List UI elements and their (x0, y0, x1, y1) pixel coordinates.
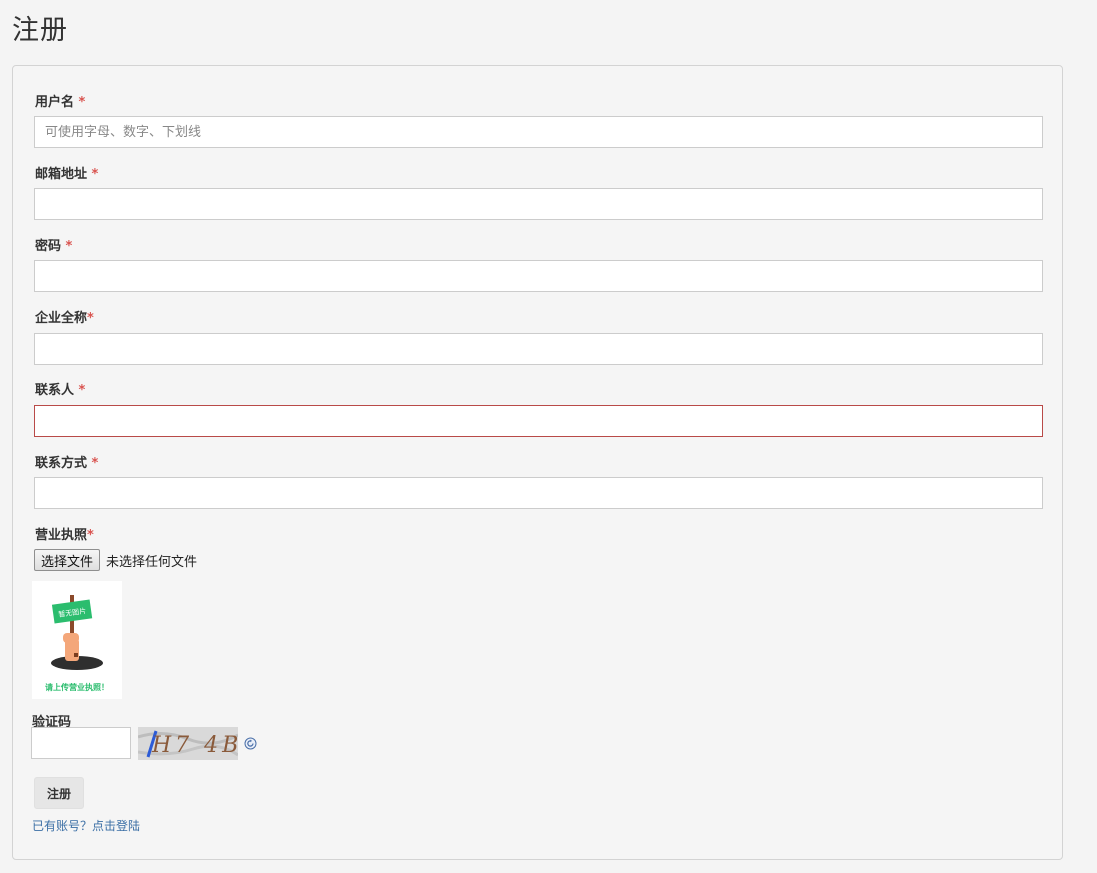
email-label: 邮箱地址 * (35, 167, 99, 182)
registration-form-panel: 用户名 * 邮箱地址 * 密码 * 企业全称* 联系人 * 联系方式 * 营业执… (12, 65, 1063, 860)
captcha-graphic: H7 4B (137, 727, 239, 760)
password-label: 密码 * (35, 239, 73, 254)
required-mark: * (87, 528, 94, 543)
username-input[interactable] (34, 116, 1043, 148)
required-mark: * (91, 167, 99, 182)
license-placeholder-illustration: 暂无图片 请上传营业执照！ (45, 595, 109, 692)
file-status-text: 未选择任何文件 (106, 554, 198, 570)
email-input[interactable] (34, 188, 1043, 220)
required-mark: * (87, 311, 94, 326)
captcha-text: H7 4B (151, 733, 238, 758)
required-mark: * (91, 456, 99, 471)
password-input[interactable] (34, 260, 1043, 292)
required-mark: * (78, 383, 86, 398)
page-title: 注册 (12, 15, 68, 46)
contact-info-input[interactable] (34, 477, 1043, 509)
business-license-label: 营业执照* (35, 528, 94, 543)
contact-person-label: 联系人 * (35, 383, 86, 398)
required-mark: * (65, 239, 73, 254)
required-mark: * (78, 95, 86, 110)
file-upload-row: 选择文件 未选择任何文件 (34, 549, 197, 571)
license-caption: 请上传营业执照！ (45, 682, 109, 692)
contact-info-label: 联系方式 * (35, 456, 99, 471)
captcha-image[interactable]: H7 4B (137, 727, 239, 760)
contact-person-input[interactable] (34, 405, 1043, 437)
company-label: 企业全称* (35, 311, 94, 326)
login-link[interactable]: 已有账号？点击登陆 (32, 817, 140, 834)
license-preview-image: 暂无图片 请上传营业执照！ (32, 581, 122, 699)
company-name-input[interactable] (34, 333, 1043, 365)
register-submit-button[interactable]: 注册 (34, 777, 84, 809)
bracelet-shape (74, 653, 78, 657)
captcha-input[interactable] (31, 727, 131, 759)
choose-file-button[interactable]: 选择文件 (34, 549, 101, 571)
hand-shape (63, 633, 79, 643)
refresh-icon[interactable] (244, 737, 257, 750)
username-label: 用户名 * (35, 95, 86, 110)
